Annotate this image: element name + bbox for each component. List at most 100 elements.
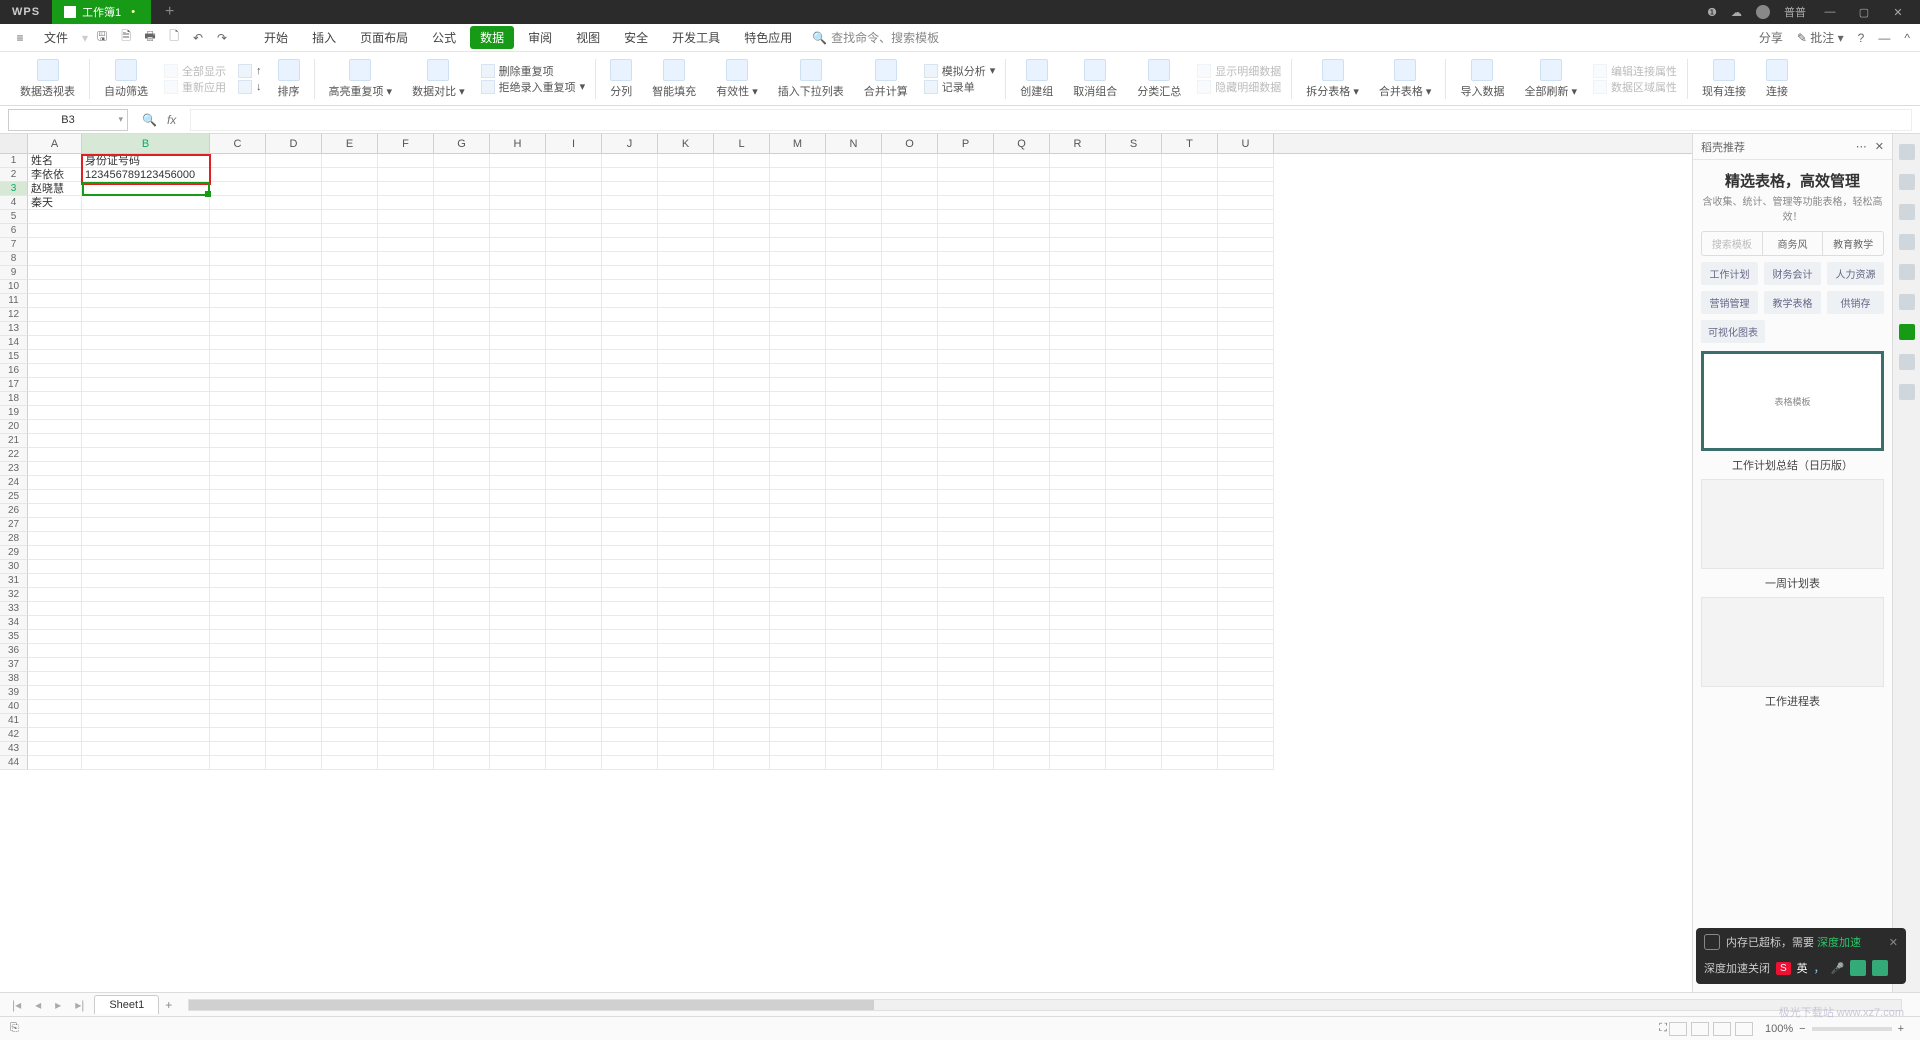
cell[interactable] [434,686,490,700]
highlight-dup-button[interactable]: 高亮重复项 ▾ [319,59,403,99]
cell[interactable] [1218,756,1274,770]
cell[interactable] [210,308,266,322]
cell[interactable] [1050,392,1106,406]
cell[interactable] [602,602,658,616]
cell[interactable] [322,476,378,490]
cell[interactable] [378,532,434,546]
ime-lang[interactable]: 英 [1797,960,1808,976]
cell[interactable] [1162,574,1218,588]
cell[interactable] [28,588,82,602]
cell[interactable] [28,350,82,364]
cell[interactable] [770,322,826,336]
cell[interactable] [1106,322,1162,336]
cell[interactable] [322,448,378,462]
tag-viz[interactable]: 可视化图表 [1701,320,1765,343]
cell[interactable] [714,406,770,420]
cell[interactable] [1218,196,1274,210]
cell[interactable] [1106,462,1162,476]
import-data-button[interactable]: 导入数据 [1450,59,1514,99]
cell[interactable] [1106,560,1162,574]
cell[interactable] [1106,350,1162,364]
cell[interactable] [266,490,322,504]
menu-layout[interactable]: 页面布局 [350,26,418,49]
cell[interactable] [658,602,714,616]
cell[interactable] [826,686,882,700]
cell[interactable] [770,462,826,476]
cell[interactable] [1218,266,1274,280]
merge-sheet-button[interactable]: 合并表格 ▾ [1369,59,1442,99]
col-header-C[interactable]: C [210,134,266,153]
cell[interactable] [322,658,378,672]
cell[interactable] [882,462,938,476]
cell[interactable] [1162,238,1218,252]
cell[interactable] [266,686,322,700]
cell[interactable] [1162,714,1218,728]
cell[interactable] [322,252,378,266]
toast-close-icon[interactable]: ✕ [1889,936,1898,949]
cell[interactable] [434,392,490,406]
group-button[interactable]: 创建组 [1010,59,1063,99]
cell[interactable] [434,210,490,224]
cell[interactable] [434,560,490,574]
cell[interactable] [714,378,770,392]
cell[interactable] [322,182,378,196]
cell[interactable] [1106,644,1162,658]
row-header[interactable]: 39 [0,686,28,700]
comment-button[interactable]: ✎ 批注 ▾ [1797,29,1844,46]
cell[interactable] [378,406,434,420]
add-sheet-button[interactable]: + [165,998,172,1012]
cell[interactable] [490,700,546,714]
cell[interactable] [210,168,266,182]
cell[interactable] [826,756,882,770]
cell[interactable] [1218,420,1274,434]
cell[interactable] [322,532,378,546]
cell[interactable] [714,434,770,448]
cell[interactable] [82,182,210,196]
cell[interactable] [770,574,826,588]
cell[interactable] [602,686,658,700]
cell[interactable] [826,182,882,196]
cell[interactable] [378,728,434,742]
sheet-nav-first[interactable]: |◂ [8,998,25,1012]
cell[interactable] [490,504,546,518]
cell[interactable] [1050,210,1106,224]
row-header[interactable]: 43 [0,742,28,756]
cell[interactable] [378,238,434,252]
cell[interactable] [714,700,770,714]
cell[interactable] [1050,616,1106,630]
cell[interactable] [714,308,770,322]
cell[interactable] [1106,420,1162,434]
cell[interactable] [434,630,490,644]
row-header[interactable]: 1 [0,154,28,168]
cell[interactable] [82,350,210,364]
row-header[interactable]: 40 [0,700,28,714]
cell[interactable] [1162,504,1218,518]
cell[interactable] [602,336,658,350]
cell[interactable] [602,224,658,238]
cell[interactable] [882,224,938,238]
cell[interactable] [82,392,210,406]
cell[interactable] [1218,714,1274,728]
cell[interactable] [1218,182,1274,196]
cell[interactable] [322,196,378,210]
cell[interactable] [938,714,994,728]
cell[interactable] [714,616,770,630]
cell[interactable] [1050,364,1106,378]
cell[interactable] [994,392,1050,406]
cell[interactable] [826,560,882,574]
cell[interactable] [882,168,938,182]
cell[interactable] [378,490,434,504]
cell[interactable] [546,448,602,462]
cell[interactable] [210,714,266,728]
cell[interactable] [1050,350,1106,364]
cell[interactable] [658,196,714,210]
cell[interactable] [826,672,882,686]
cell[interactable] [28,686,82,700]
cell[interactable] [546,574,602,588]
cell[interactable] [882,518,938,532]
cell[interactable] [602,742,658,756]
show-detail-button[interactable]: 显示明细数据 [1197,64,1281,78]
cell[interactable] [1162,350,1218,364]
cell[interactable] [1162,742,1218,756]
layers-icon[interactable] [1899,234,1915,250]
